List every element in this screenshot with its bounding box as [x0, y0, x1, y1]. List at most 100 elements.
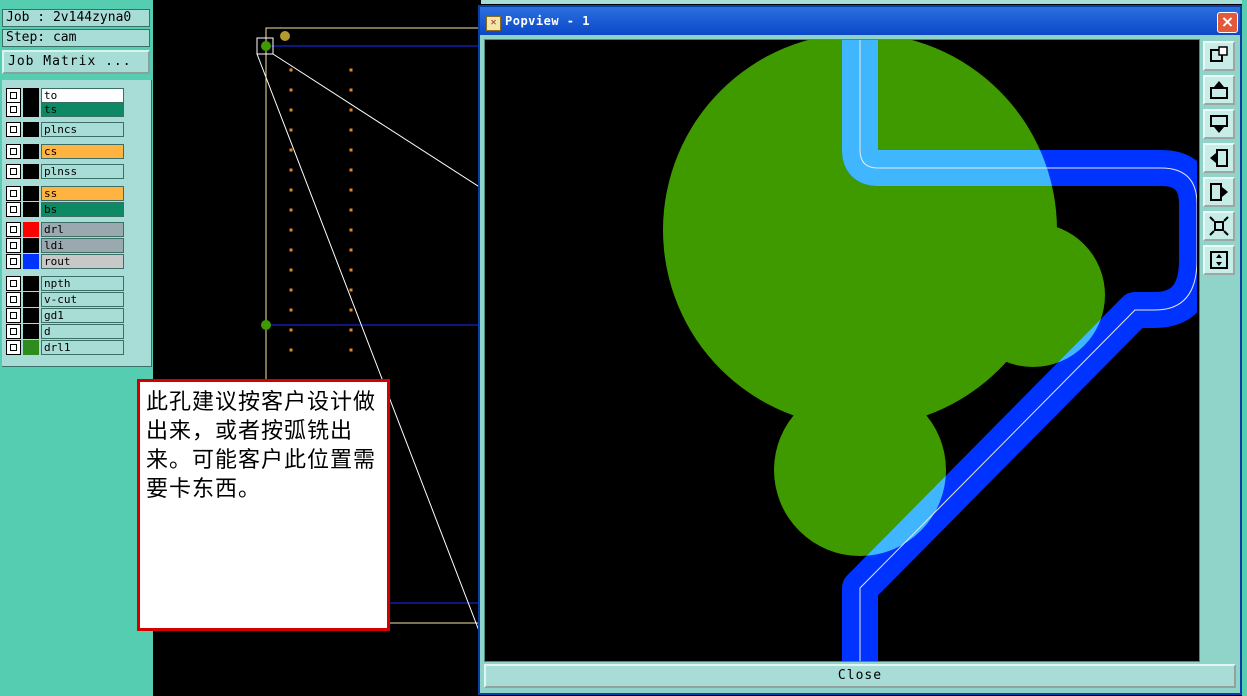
- layer-row-ss[interactable]: ss: [6, 186, 124, 201]
- layer-checkbox[interactable]: [6, 222, 21, 237]
- layer-color-swatch[interactable]: [23, 144, 39, 159]
- via-dot: [349, 248, 353, 252]
- via-dot: [289, 208, 293, 212]
- layer-color-swatch[interactable]: [23, 292, 39, 307]
- layer-color-swatch[interactable]: [23, 222, 39, 237]
- zoom-out-icon[interactable]: [1203, 245, 1235, 275]
- zoom-leader-line: [272, 53, 481, 189]
- pan-down-icon[interactable]: [1203, 109, 1235, 139]
- layer-label[interactable]: drl: [41, 222, 124, 237]
- popview-toolbar: [1202, 39, 1238, 660]
- popview-window: ✕ Popview - 1 × Close: [478, 5, 1242, 695]
- layer-label[interactable]: v-cut: [41, 292, 124, 307]
- zoom-in-icon[interactable]: [1203, 211, 1235, 241]
- layer-checkbox[interactable]: [6, 88, 21, 103]
- layer-label[interactable]: plncs: [41, 122, 124, 137]
- layer-label[interactable]: bs: [41, 202, 124, 217]
- layer-checkbox[interactable]: [6, 292, 21, 307]
- layer-color-swatch[interactable]: [23, 88, 39, 103]
- via-dot: [349, 228, 353, 232]
- layer-checkbox[interactable]: [6, 340, 21, 355]
- via-dot: [289, 108, 293, 112]
- drill-pad: [280, 31, 290, 41]
- via-dot: [349, 88, 353, 92]
- layer-color-swatch[interactable]: [23, 276, 39, 291]
- job-matrix-button[interactable]: Job Matrix ...: [2, 50, 150, 74]
- layer-label[interactable]: gd1: [41, 308, 124, 323]
- via-dot: [349, 168, 353, 172]
- layer-color-swatch[interactable]: [23, 164, 39, 179]
- annotation-note: 此孔建议按客户设计做出来，或者按弧铣出来。可能客户此位置需要卡东西。: [137, 379, 390, 631]
- via-dot: [349, 308, 353, 312]
- zoom-fit-icon[interactable]: [1203, 41, 1235, 71]
- via-dot: [289, 88, 293, 92]
- layer-color-swatch[interactable]: [23, 340, 39, 355]
- layer-list: to ts plncs cs plnss ss bs drl ldi rout npth v-cut g…: [2, 80, 152, 367]
- pan-up-icon[interactable]: [1203, 75, 1235, 105]
- layer-checkbox[interactable]: [6, 186, 21, 201]
- layer-checkbox[interactable]: [6, 144, 21, 159]
- layer-row-drl[interactable]: drl: [6, 222, 124, 237]
- layer-color-swatch[interactable]: [23, 324, 39, 339]
- via-dot: [289, 288, 293, 292]
- close-button[interactable]: Close: [484, 664, 1236, 688]
- layer-label[interactable]: plnss: [41, 164, 124, 179]
- layer-checkbox[interactable]: [6, 164, 21, 179]
- via-dot: [289, 188, 293, 192]
- layer-color-swatch[interactable]: [23, 122, 39, 137]
- layer-row-drl1[interactable]: drl1: [6, 340, 124, 355]
- layer-label[interactable]: ts: [41, 102, 124, 117]
- drill-pad: [261, 320, 271, 330]
- layer-row-ldi[interactable]: ldi: [6, 238, 124, 253]
- popview-titlebar[interactable]: ✕ Popview - 1 ×: [480, 7, 1240, 35]
- layer-checkbox[interactable]: [6, 102, 21, 117]
- layer-row-cs[interactable]: cs: [6, 144, 124, 159]
- layer-checkbox[interactable]: [6, 202, 21, 217]
- layer-color-swatch[interactable]: [23, 254, 39, 269]
- layer-row-rout[interactable]: rout: [6, 254, 124, 269]
- via-dot: [349, 348, 353, 352]
- layer-row-npth[interactable]: npth: [6, 276, 124, 291]
- layer-color-swatch[interactable]: [23, 102, 39, 117]
- via-dot: [349, 68, 353, 72]
- layer-label[interactable]: to: [41, 88, 124, 103]
- layer-label[interactable]: ldi: [41, 238, 124, 253]
- layer-row-ts[interactable]: ts: [6, 102, 124, 117]
- layer-checkbox[interactable]: [6, 254, 21, 269]
- layer-color-swatch[interactable]: [23, 308, 39, 323]
- via-dot: [289, 128, 293, 132]
- layer-row-bs[interactable]: bs: [6, 202, 124, 217]
- layer-checkbox[interactable]: [6, 308, 21, 323]
- layer-checkbox[interactable]: [6, 238, 21, 253]
- pan-right-icon[interactable]: [1203, 177, 1235, 207]
- via-dot: [289, 68, 293, 72]
- layer-checkbox[interactable]: [6, 122, 21, 137]
- layer-color-swatch[interactable]: [23, 238, 39, 253]
- layer-label[interactable]: rout: [41, 254, 124, 269]
- step-name-label: Step: cam: [2, 29, 150, 47]
- via-dot: [289, 308, 293, 312]
- layer-color-swatch[interactable]: [23, 186, 39, 201]
- layer-checkbox[interactable]: [6, 324, 21, 339]
- drill-pad: [261, 41, 271, 51]
- close-icon[interactable]: ×: [1217, 12, 1238, 33]
- layer-color-swatch[interactable]: [23, 202, 39, 217]
- popview-canvas[interactable]: [484, 39, 1200, 662]
- layer-row-gd1[interactable]: gd1: [6, 308, 124, 323]
- pan-left-icon[interactable]: [1203, 143, 1235, 173]
- layer-row-d[interactable]: d: [6, 324, 124, 339]
- layer-row-plnss[interactable]: plnss: [6, 164, 124, 179]
- via-dots: [289, 68, 353, 352]
- layer-row-plncs[interactable]: plncs: [6, 122, 124, 137]
- via-dot: [289, 148, 293, 152]
- layer-label[interactable]: drl1: [41, 340, 124, 355]
- layer-row-to[interactable]: to: [6, 88, 124, 103]
- via-dot: [349, 108, 353, 112]
- layer-checkbox[interactable]: [6, 276, 21, 291]
- via-dot: [349, 208, 353, 212]
- layer-label[interactable]: cs: [41, 144, 124, 159]
- layer-label[interactable]: d: [41, 324, 124, 339]
- layer-row-v-cut[interactable]: v-cut: [6, 292, 124, 307]
- layer-label[interactable]: ss: [41, 186, 124, 201]
- layer-label[interactable]: npth: [41, 276, 124, 291]
